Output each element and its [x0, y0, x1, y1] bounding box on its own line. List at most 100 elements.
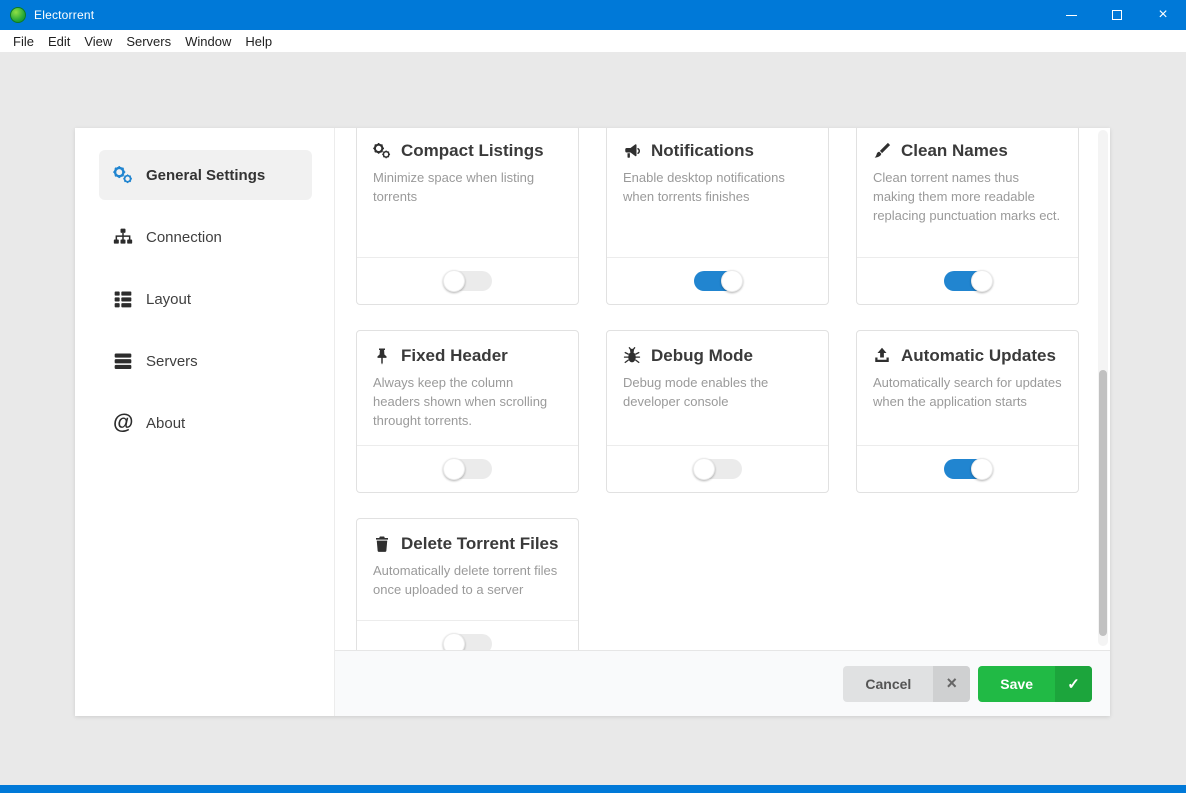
sidebar-item-label: General Settings [146, 166, 266, 184]
card-header: Fixed Header [357, 331, 578, 372]
menu-help[interactable]: Help [238, 32, 279, 51]
card-description: Enable desktop notifications when torren… [623, 170, 785, 204]
toggle-row [857, 257, 1078, 304]
toggle-knob [720, 270, 743, 292]
app-logo-icon [10, 7, 26, 23]
minimize-icon [1065, 14, 1077, 16]
card-description: Automatically search for updates when th… [873, 375, 1062, 409]
cards-viewport: Compact Listings Minimize space when lis… [335, 128, 1110, 650]
card-description: Always keep the column headers shown whe… [373, 375, 548, 428]
card-clean-names: Clean Names Clean torrent names thus mak… [856, 128, 1079, 305]
settings-sidebar: General Settings Connection Layout Serve… [75, 128, 335, 716]
card-title: Delete Torrent Files [401, 534, 559, 553]
card-header: Compact Listings [357, 128, 578, 167]
toggle-knob [442, 633, 465, 650]
trash-icon [373, 535, 391, 553]
upload-icon [873, 347, 891, 365]
titlebar: Electorrent × [0, 0, 1186, 30]
window-bottom-accent [0, 785, 1186, 793]
toggle-row [607, 445, 828, 492]
card-description: Minimize space when listing torrents [373, 170, 535, 204]
sidebar-item-label: About [146, 414, 186, 432]
menu-window[interactable]: Window [178, 32, 238, 51]
save-button-label: Save [1000, 675, 1033, 692]
cancel-button-label: Cancel [865, 675, 912, 692]
sitemap-icon [113, 227, 133, 247]
card-description: Debug mode enables the developer console [623, 375, 769, 409]
card-header: Notifications [607, 128, 828, 167]
settings-panel: General Settings Connection Layout Serve… [75, 128, 1110, 716]
card-title: Notifications [651, 141, 754, 160]
notifications-toggle[interactable] [693, 270, 743, 292]
card-title: Fixed Header [401, 346, 508, 365]
save-button[interactable]: Save ✓ [978, 665, 1092, 702]
sidebar-item-label: Servers [146, 352, 198, 370]
card-compact-listings: Compact Listings Minimize space when lis… [356, 128, 579, 305]
toggle-row [857, 445, 1078, 492]
toggle-knob [970, 270, 993, 292]
menu-file[interactable]: File [6, 32, 41, 51]
minimize-button[interactable] [1048, 0, 1094, 30]
clean-names-toggle[interactable] [943, 270, 993, 292]
close-icon: × [1158, 6, 1168, 23]
layout-list-icon [113, 289, 133, 309]
scrollbar [1098, 130, 1108, 646]
settings-content: Compact Listings Minimize space when lis… [335, 128, 1110, 716]
card-notifications: Notifications Enable desktop notificatio… [606, 128, 829, 305]
menu-edit[interactable]: Edit [41, 32, 77, 51]
settings-footer: Cancel × Save ✓ [335, 650, 1110, 716]
debug-mode-toggle[interactable] [692, 458, 742, 480]
card-debug-mode: Debug Mode Debug mode enables the develo… [606, 330, 829, 493]
fixed-header-toggle[interactable] [442, 458, 492, 480]
card-header: Delete Torrent Files [357, 519, 578, 560]
check-icon: ✓ [1055, 665, 1092, 702]
toggle-row [357, 257, 578, 304]
maximize-icon [1112, 10, 1122, 20]
sidebar-item-general-settings[interactable]: General Settings [99, 150, 312, 200]
automatic-updates-toggle[interactable] [943, 458, 993, 480]
pin-icon [373, 347, 391, 365]
maximize-button[interactable] [1094, 0, 1140, 30]
server-icon [113, 351, 133, 371]
close-icon: × [933, 665, 971, 702]
sidebar-item-connection[interactable]: Connection [99, 212, 312, 262]
toggle-knob [692, 458, 715, 480]
card-header: Clean Names [857, 128, 1078, 167]
cogs-icon [373, 142, 391, 160]
sidebar-item-label: Layout [146, 290, 192, 308]
toggle-row [607, 257, 828, 304]
paint-brush-icon [873, 142, 891, 160]
bullhorn-icon [623, 142, 641, 160]
card-description: Automatically delete torrent files once … [373, 563, 558, 597]
sidebar-item-label: Connection [146, 228, 222, 246]
card-header: Automatic Updates [857, 331, 1078, 372]
sidebar-item-layout[interactable]: Layout [99, 274, 312, 324]
sidebar-item-servers[interactable]: Servers [99, 336, 312, 386]
card-fixed-header: Fixed Header Always keep the column head… [356, 330, 579, 493]
compact-listings-toggle[interactable] [442, 270, 492, 292]
card-title: Compact Listings [401, 141, 544, 160]
cogs-icon [113, 165, 133, 185]
sidebar-item-about[interactable]: @ About [99, 398, 312, 448]
card-header: Debug Mode [607, 331, 828, 372]
toggle-knob [442, 270, 465, 292]
card-delete-torrent-files: Delete Torrent Files Automatically delet… [356, 518, 579, 650]
scrollbar-thumb[interactable] [1099, 370, 1107, 636]
toggle-row [357, 445, 578, 492]
workspace-background: General Settings Connection Layout Serve… [0, 52, 1186, 785]
card-title: Automatic Updates [901, 346, 1056, 365]
toggle-knob [442, 458, 465, 480]
toggle-knob [970, 458, 993, 480]
delete-torrent-files-toggle[interactable] [442, 633, 492, 650]
menubar: File Edit View Servers Window Help [0, 30, 1186, 52]
card-title: Clean Names [901, 141, 1008, 160]
window-title: Electorrent [34, 8, 95, 22]
at-icon: @ [113, 411, 134, 434]
settings-cards-grid: Compact Listings Minimize space when lis… [356, 128, 1079, 650]
close-button[interactable]: × [1140, 0, 1186, 30]
menu-view[interactable]: View [77, 32, 119, 51]
cancel-button[interactable]: Cancel × [843, 665, 971, 702]
window-controls: × [1048, 0, 1186, 30]
menu-servers[interactable]: Servers [119, 32, 178, 51]
card-description: Clean torrent names thus making them mor… [873, 170, 1061, 223]
